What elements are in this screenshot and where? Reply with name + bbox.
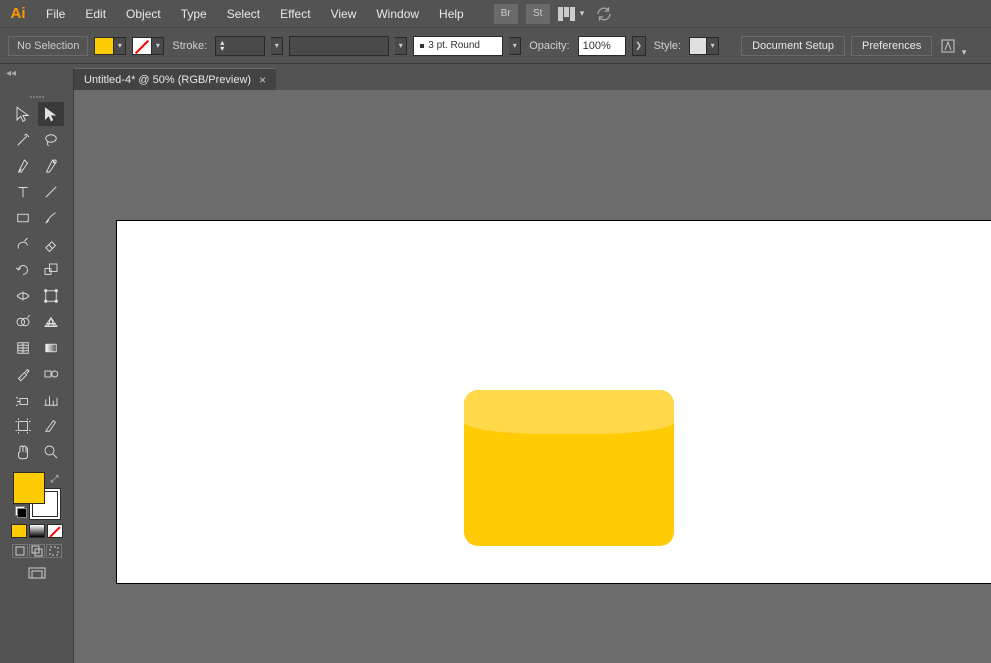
swap-fill-stroke-icon[interactable]: ⤢ <box>51 474 59 485</box>
profile-dropdown-icon[interactable]: ▾ <box>395 37 407 55</box>
menu-type[interactable]: Type <box>171 3 217 25</box>
brush-name-label: 3 pt. Round <box>428 40 480 51</box>
brush-dropdown-icon[interactable]: ▾ <box>509 37 521 55</box>
selection-state-label: No Selection <box>8 36 88 56</box>
rounded-rectangle-shape[interactable] <box>464 390 674 546</box>
sync-settings-icon[interactable] <box>592 4 616 24</box>
opacity-input[interactable]: 100% <box>578 36 626 56</box>
mesh-tool[interactable] <box>10 336 36 360</box>
opacity-label: Opacity: <box>527 40 571 52</box>
canvas-area[interactable] <box>74 90 991 663</box>
menu-bar: Ai File Edit Object Type Select Effect V… <box>0 0 991 28</box>
chevron-down-icon: ▾ <box>962 47 967 58</box>
color-mode-gradient[interactable] <box>29 524 45 538</box>
shaper-tool[interactable] <box>10 232 36 256</box>
draw-mode-row <box>12 544 62 558</box>
close-tab-icon[interactable]: × <box>259 73 266 87</box>
menu-file[interactable]: File <box>36 3 75 25</box>
zoom-tool[interactable] <box>38 440 64 464</box>
tools-panel: ⤢ <box>0 90 74 663</box>
preferences-button[interactable]: Preferences <box>851 36 932 56</box>
slice-tool[interactable] <box>38 414 64 438</box>
shape-builder-tool[interactable] <box>10 310 36 334</box>
fill-indicator[interactable] <box>13 472 45 504</box>
rectangle-tool[interactable] <box>10 206 36 230</box>
menu-view[interactable]: View <box>321 3 367 25</box>
stroke-weight-dropdown[interactable]: ▾ <box>271 37 283 55</box>
screen-mode-button[interactable] <box>27 566 47 585</box>
draw-inside-icon[interactable] <box>46 544 62 558</box>
arrange-documents-button[interactable]: ▾ <box>558 7 585 21</box>
shape-highlight <box>464 390 674 434</box>
fill-dropdown-icon[interactable]: ▾ <box>114 37 126 55</box>
column-graph-tool[interactable] <box>38 388 64 412</box>
curvature-tool[interactable] <box>38 154 64 178</box>
app-logo: Ai <box>4 4 32 24</box>
document-tab-title: Untitled-4* @ 50% (RGB/Preview) <box>84 74 251 86</box>
width-tool[interactable] <box>10 284 36 308</box>
control-bar: No Selection ▾ ▾ Stroke: ▴▾ ▾ ▾ 3 pt. Ro… <box>0 28 991 64</box>
hand-tool[interactable] <box>10 440 36 464</box>
variable-width-profile-dropdown[interactable] <box>289 36 389 56</box>
blend-tool[interactable] <box>38 362 64 386</box>
stroke-label: Stroke: <box>170 40 209 52</box>
brush-definition-dropdown[interactable]: 3 pt. Round <box>413 36 503 56</box>
panel-grip-icon[interactable] <box>27 96 47 100</box>
color-mode-row <box>11 524 63 538</box>
lasso-tool[interactable] <box>38 128 64 152</box>
paintbrush-tool[interactable] <box>38 206 64 230</box>
draw-normal-icon[interactable] <box>12 544 28 558</box>
rotate-tool[interactable] <box>10 258 36 282</box>
menu-edit[interactable]: Edit <box>75 3 116 25</box>
scale-tool[interactable] <box>38 258 64 282</box>
style-label: Style: <box>652 40 684 52</box>
align-to-button[interactable]: ▾ <box>938 36 958 56</box>
collapse-icon: ◂◂ <box>6 68 16 79</box>
magic-wand-tool[interactable] <box>10 128 36 152</box>
stock-icon[interactable]: St <box>526 4 550 24</box>
perspective-grid-tool[interactable] <box>38 310 64 334</box>
stroke-color-control[interactable]: ▾ <box>132 37 164 55</box>
main-area: ⤢ <box>0 90 991 663</box>
line-segment-tool[interactable] <box>38 180 64 204</box>
color-mode-none[interactable] <box>47 524 63 538</box>
eraser-tool[interactable] <box>38 232 64 256</box>
direct-selection-tool[interactable] <box>38 102 64 126</box>
bridge-icon[interactable]: Br <box>494 4 518 24</box>
pen-tool[interactable] <box>10 154 36 178</box>
default-fill-stroke-icon[interactable] <box>15 506 27 518</box>
document-setup-button[interactable]: Document Setup <box>741 36 845 56</box>
gradient-tool[interactable] <box>38 336 64 360</box>
stroke-weight-input[interactable]: ▴▾ <box>215 36 265 56</box>
draw-behind-icon[interactable] <box>29 544 45 558</box>
style-swatch[interactable] <box>689 37 707 55</box>
opacity-dropdown-icon[interactable]: ❯ <box>632 36 646 56</box>
document-tab-bar: ◂◂ Untitled-4* @ 50% (RGB/Preview) × <box>0 68 991 90</box>
menu-select[interactable]: Select <box>217 3 270 25</box>
style-dropdown-icon[interactable]: ▾ <box>707 37 719 55</box>
panel-collapse-toggle[interactable]: ◂◂ <box>0 68 74 90</box>
free-transform-tool[interactable] <box>38 284 64 308</box>
stroke-dropdown-icon[interactable]: ▾ <box>152 37 164 55</box>
menu-effect[interactable]: Effect <box>270 3 320 25</box>
stroke-swatch[interactable] <box>132 37 152 55</box>
fill-color-control[interactable]: ▾ <box>94 37 126 55</box>
graphic-style-control[interactable]: ▾ <box>689 37 719 55</box>
arrange-documents-icon <box>558 7 576 21</box>
fill-swatch[interactable] <box>94 37 114 55</box>
eyedropper-tool[interactable] <box>10 362 36 386</box>
selection-tool[interactable] <box>10 102 36 126</box>
stroke-weight-stepper-icon: ▴▾ <box>220 40 224 52</box>
chevron-down-icon: ▾ <box>580 8 585 19</box>
fill-stroke-indicator[interactable]: ⤢ <box>13 472 61 520</box>
menu-object[interactable]: Object <box>116 3 171 25</box>
brush-dot-icon <box>420 44 424 48</box>
document-tab[interactable]: Untitled-4* @ 50% (RGB/Preview) × <box>74 68 276 90</box>
color-mode-solid[interactable] <box>11 524 27 538</box>
menu-window[interactable]: Window <box>366 3 429 25</box>
symbol-sprayer-tool[interactable] <box>10 388 36 412</box>
artboard-tool[interactable] <box>10 414 36 438</box>
menu-help[interactable]: Help <box>429 3 474 25</box>
type-tool[interactable] <box>10 180 36 204</box>
